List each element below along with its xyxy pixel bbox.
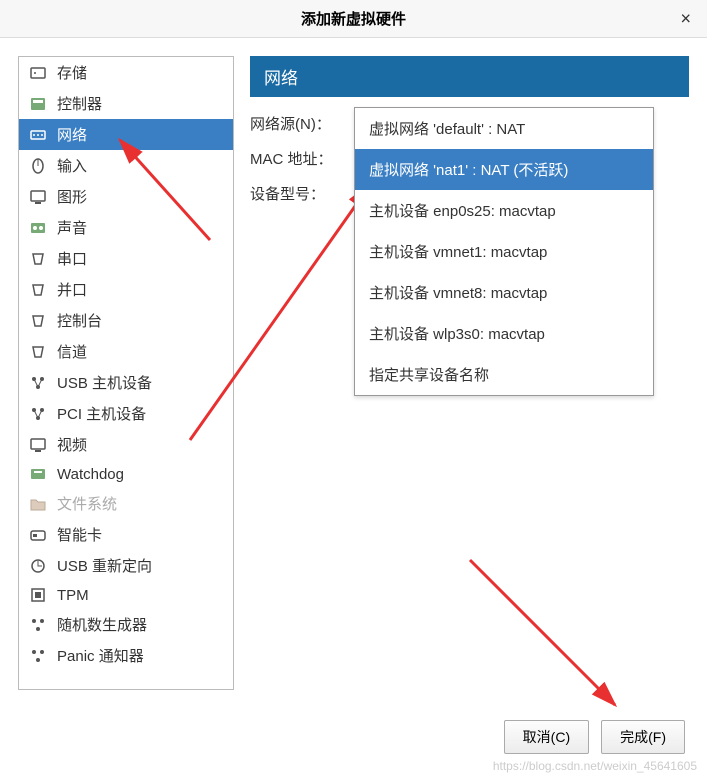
- cancel-button[interactable]: 取消(C): [504, 720, 589, 754]
- panic-icon: [29, 647, 47, 665]
- label-mac: MAC 地址：: [250, 148, 346, 169]
- label-model: 设备型号：: [250, 183, 346, 204]
- form-area: 网络源(N)： MAC 地址： 设备型号： 虚拟网络 'default' : N…: [250, 97, 689, 204]
- dropdown-option[interactable]: 主机设备 wlp3s0: macvtap: [355, 313, 653, 354]
- sidebar-item-label: 控制器: [57, 93, 102, 114]
- sidebar-item-label: 并口: [57, 279, 87, 300]
- sidebar-item-console[interactable]: 控制台: [19, 305, 233, 336]
- dropdown-option[interactable]: 主机设备 vmnet8: macvtap: [355, 272, 653, 313]
- sidebar-item-label: 存储: [57, 62, 87, 83]
- watchdog-icon: [29, 465, 47, 483]
- sidebar-item-network[interactable]: 网络: [19, 119, 233, 150]
- sidebar-item-rng[interactable]: 随机数生成器: [19, 609, 233, 640]
- console-icon: [29, 312, 47, 330]
- sidebar-item-label: 输入: [57, 155, 87, 176]
- tpm-icon: [29, 586, 47, 604]
- network-icon: [29, 126, 47, 144]
- sidebar-item-label: 网络: [57, 124, 87, 145]
- dialog-title: 添加新虚拟硬件: [301, 8, 406, 29]
- label-network-source: 网络源(N)：: [250, 113, 346, 134]
- sidebar-item-label: 声音: [57, 217, 87, 238]
- sidebar-item-panic[interactable]: Panic 通知器: [19, 640, 233, 671]
- dropdown-option[interactable]: 虚拟网络 'nat1' : NAT (不活跃): [355, 149, 653, 190]
- dialog-footer: 取消(C) 完成(F): [0, 708, 707, 766]
- dropdown-option[interactable]: 主机设备 vmnet1: macvtap: [355, 231, 653, 272]
- sidebar-item-label: Watchdog: [57, 466, 124, 483]
- sidebar-item-label: 信道: [57, 341, 87, 362]
- sidebar-item-label: 智能卡: [57, 524, 102, 545]
- sidebar-item-filesystem: 文件系统: [19, 488, 233, 519]
- sidebar-item-watchdog[interactable]: Watchdog: [19, 460, 233, 488]
- pci-icon: [29, 405, 47, 423]
- serial-icon: [29, 250, 47, 268]
- sidebar-item-tpm[interactable]: TPM: [19, 581, 233, 609]
- sidebar-item-label: 文件系统: [57, 493, 117, 514]
- hardware-sidebar: 存储控制器网络输入图形声音串口并口控制台信道 USB 主机设备 PCI 主机设备视频…: [18, 56, 234, 690]
- dropdown-option[interactable]: 主机设备 enp0s25: macvtap: [355, 190, 653, 231]
- filesystem-icon: [29, 495, 47, 513]
- controller-icon: [29, 95, 47, 113]
- sidebar-item-label: 视频: [57, 434, 87, 455]
- input-icon: [29, 157, 47, 175]
- channel-icon: [29, 343, 47, 361]
- panel-header: 网络: [250, 56, 689, 97]
- sidebar-item-label: USB 重新定向: [57, 555, 152, 576]
- sidebar-item-label: USB 主机设备: [57, 372, 152, 393]
- sidebar-item-label: 串口: [57, 248, 87, 269]
- sidebar-item-input[interactable]: 输入: [19, 150, 233, 181]
- smartcard-icon: [29, 526, 47, 544]
- dropdown-option[interactable]: 指定共享设备名称: [355, 354, 653, 395]
- sidebar-item-storage[interactable]: 存储: [19, 57, 233, 88]
- sidebar-item-label: 图形: [57, 186, 87, 207]
- storage-icon: [29, 64, 47, 82]
- watermark: https://blog.csdn.net/weixin_45641605: [493, 759, 697, 773]
- video-icon: [29, 436, 47, 454]
- sidebar-item-pci[interactable]: PCI 主机设备: [19, 398, 233, 429]
- sidebar-item-label: PCI 主机设备: [57, 403, 146, 424]
- dialog-body: 存储控制器网络输入图形声音串口并口控制台信道USB 主机设备PCI 主机设备视频…: [0, 38, 707, 708]
- graphics-icon: [29, 188, 47, 206]
- parallel-icon: [29, 281, 47, 299]
- sidebar-item-usbredir[interactable]: USB 重新定向: [19, 550, 233, 581]
- usbredir-icon: [29, 557, 47, 575]
- sidebar-item-sound[interactable]: 声音: [19, 212, 233, 243]
- content-panel: 网络 网络源(N)： MAC 地址： 设备型号： 虚拟网络 'default' …: [250, 56, 689, 690]
- sidebar-item-channel[interactable]: 信道: [19, 336, 233, 367]
- sidebar-item-parallel[interactable]: 并口: [19, 274, 233, 305]
- finish-button[interactable]: 完成(F): [601, 720, 685, 754]
- sound-icon: [29, 219, 47, 237]
- dropdown-option[interactable]: 虚拟网络 'default' : NAT: [355, 108, 653, 149]
- close-icon[interactable]: ×: [674, 6, 697, 31]
- titlebar: 添加新虚拟硬件 ×: [0, 0, 707, 38]
- sidebar-item-controller[interactable]: 控制器: [19, 88, 233, 119]
- usb-icon: [29, 374, 47, 392]
- sidebar-item-graphics[interactable]: 图形: [19, 181, 233, 212]
- sidebar-item-video[interactable]: 视频: [19, 429, 233, 460]
- sidebar-item-smartcard[interactable]: 智能卡: [19, 519, 233, 550]
- sidebar-item-label: TPM: [57, 587, 89, 604]
- sidebar-item-serial[interactable]: 串口: [19, 243, 233, 274]
- network-source-dropdown[interactable]: 虚拟网络 'default' : NAT虚拟网络 'nat1' : NAT (不…: [354, 107, 654, 396]
- sidebar-item-usb[interactable]: USB 主机设备: [19, 367, 233, 398]
- sidebar-item-label: 控制台: [57, 310, 102, 331]
- sidebar-item-label: Panic 通知器: [57, 645, 144, 666]
- rng-icon: [29, 616, 47, 634]
- sidebar-item-label: 随机数生成器: [57, 614, 147, 635]
